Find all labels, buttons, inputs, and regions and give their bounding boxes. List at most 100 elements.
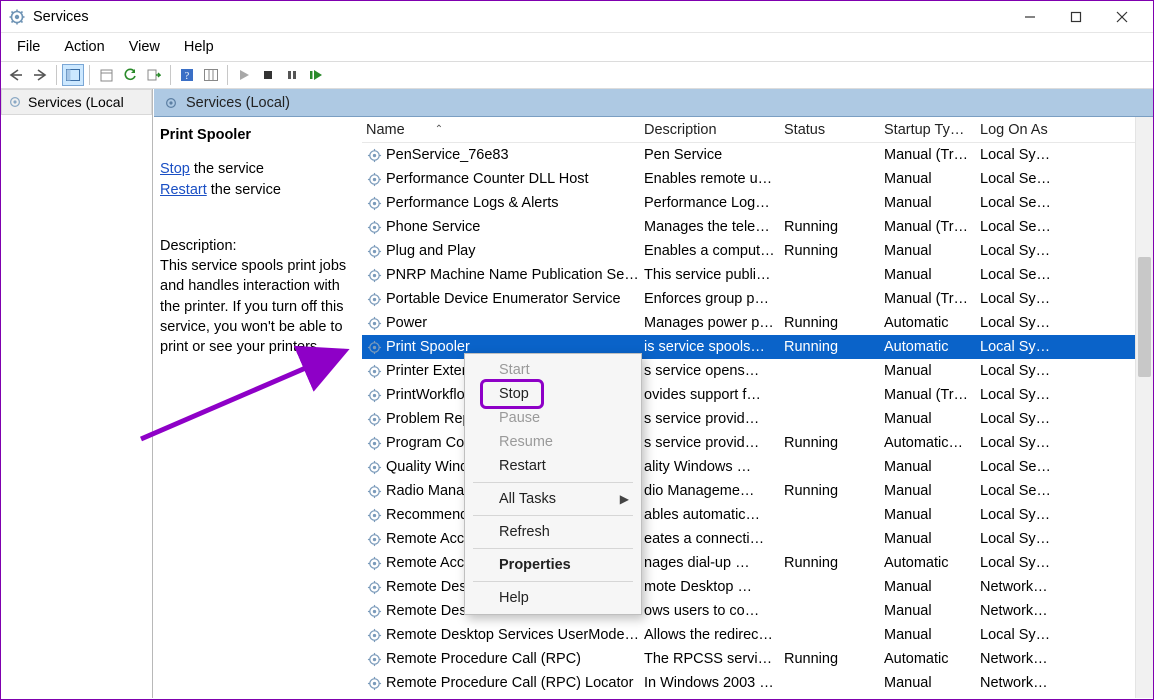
table-row[interactable]: PowerManages power p…RunningAutomaticLoc… <box>362 311 1153 335</box>
service-logon: Local Sy… <box>976 243 1096 259</box>
table-row[interactable]: PenService_76e83Pen ServiceManual (Tr…Lo… <box>362 143 1153 167</box>
minimize-button[interactable] <box>1007 3 1053 31</box>
context-menu-item-all-tasks[interactable]: All Tasks▶ <box>467 487 639 511</box>
scrollbar-thumb[interactable] <box>1138 257 1151 377</box>
service-name: Plug and Play <box>386 243 475 259</box>
toolbar-showhide-tree-button[interactable] <box>62 64 84 86</box>
service-name: Remote Desktop Services UserMode… <box>386 627 639 643</box>
gear-icon <box>366 339 382 355</box>
service-description: Enforces group po… <box>640 291 780 307</box>
context-menu-item-help[interactable]: Help <box>467 586 639 610</box>
gear-icon <box>164 96 178 110</box>
gear-icon <box>366 435 382 451</box>
selected-service-name: Print Spooler <box>160 125 352 145</box>
service-description: ality Windows … <box>640 459 780 475</box>
table-row[interactable]: Performance Logs & AlertsPerformance Log… <box>362 191 1153 215</box>
content: Print Spooler Stop the service Restart t… <box>154 117 1153 698</box>
toolbar-start-button[interactable] <box>233 64 255 86</box>
service-description: Pen Service <box>640 147 780 163</box>
table-row[interactable]: Remote Procedure Call (RPC)The RPCSS ser… <box>362 647 1153 671</box>
table-row[interactable]: Plug and PlayEnables a comput…RunningMan… <box>362 239 1153 263</box>
service-name: Program Com <box>386 435 476 451</box>
context-menu-item-refresh[interactable]: Refresh <box>467 520 639 544</box>
col-description[interactable]: Description <box>640 122 780 138</box>
vertical-scrollbar[interactable] <box>1135 117 1153 698</box>
col-name[interactable]: Name⌃ <box>362 122 640 138</box>
menu-action[interactable]: Action <box>52 35 116 59</box>
toolbar-forward-button[interactable] <box>29 64 51 86</box>
service-startup: Manual <box>880 267 976 283</box>
context-menu-separator <box>473 581 633 582</box>
table-row[interactable]: Phone ServiceManages the tele…RunningMan… <box>362 215 1153 239</box>
service-name: Performance Logs & Alerts <box>386 195 558 211</box>
nav-item-services-local[interactable]: Services (Local <box>1 89 152 115</box>
gear-icon <box>366 243 382 259</box>
service-name: PrintWorkflow <box>386 387 475 403</box>
context-menu-item-stop[interactable]: Stop <box>467 382 639 406</box>
context-menu[interactable]: StartStopPauseResumeRestartAll Tasks▶Ref… <box>464 353 642 615</box>
table-row[interactable]: Remote Desktop Services UserMode…Allows … <box>362 623 1153 647</box>
gear-icon <box>366 531 382 547</box>
service-description: ovides support f… <box>640 387 780 403</box>
table-row[interactable]: PNRP Machine Name Publication Se…This se… <box>362 263 1153 287</box>
column-headers[interactable]: Name⌃ Description Status Startup Ty… Log… <box>362 117 1153 143</box>
toolbar-columns-button[interactable] <box>200 64 222 86</box>
table-row[interactable]: Remote Procedure Call (RPC) LocatorIn Wi… <box>362 671 1153 695</box>
toolbar-sep <box>170 65 171 85</box>
service-startup: Manual <box>880 483 976 499</box>
gear-icon <box>366 459 382 475</box>
table-row[interactable]: Performance Counter DLL HostEnables remo… <box>362 167 1153 191</box>
context-menu-item-restart[interactable]: Restart <box>467 454 639 478</box>
menu-file[interactable]: File <box>5 35 52 59</box>
restart-service-link[interactable]: Restart <box>160 182 207 198</box>
service-logon: Local Sy… <box>976 147 1096 163</box>
service-status: Running <box>780 483 880 499</box>
description-text: This service spools print jobs and handl… <box>160 256 352 357</box>
menu-view[interactable]: View <box>117 35 172 59</box>
service-description: Manages the tele… <box>640 219 780 235</box>
service-logon: Network… <box>976 651 1096 667</box>
gear-icon <box>8 95 22 109</box>
pane-header: Services (Local) <box>154 89 1153 117</box>
col-startup-type[interactable]: Startup Ty… <box>880 122 976 138</box>
context-menu-item-properties[interactable]: Properties <box>467 553 639 577</box>
context-menu-separator <box>473 515 633 516</box>
maximize-button[interactable] <box>1053 3 1099 31</box>
stop-service-link[interactable]: Stop <box>160 161 190 177</box>
gear-icon <box>366 507 382 523</box>
menu-help[interactable]: Help <box>172 35 226 59</box>
service-name: Recommende <box>386 507 476 523</box>
service-name: Performance Counter DLL Host <box>386 171 589 187</box>
table-row[interactable]: Portable Device Enumerator ServiceEnforc… <box>362 287 1153 311</box>
gear-icon <box>366 219 382 235</box>
toolbar-help-button[interactable]: ? <box>176 64 198 86</box>
service-startup: Manual (Tr… <box>880 147 976 163</box>
toolbar-pause-button[interactable] <box>281 64 303 86</box>
toolbar-refresh-button[interactable] <box>119 64 141 86</box>
close-button[interactable] <box>1099 3 1145 31</box>
service-startup: Manual <box>880 507 976 523</box>
svg-text:?: ? <box>185 71 190 82</box>
service-startup: Manual (Tr… <box>880 291 976 307</box>
toolbar-back-button[interactable] <box>5 64 27 86</box>
service-description: is service spools… <box>640 339 780 355</box>
service-logon: Network… <box>976 579 1096 595</box>
col-status[interactable]: Status <box>780 122 880 138</box>
toolbar-restart-button[interactable] <box>305 64 327 86</box>
service-logon: Local Sy… <box>976 411 1096 427</box>
service-name: Remote Procedure Call (RPC) Locator <box>386 675 633 691</box>
menubar: File Action View Help <box>1 33 1153 61</box>
toolbar: ? <box>1 61 1153 89</box>
service-logon: Local Se… <box>976 219 1096 235</box>
service-startup: Manual <box>880 195 976 211</box>
service-description: nages dial-up … <box>640 555 780 571</box>
service-logon: Local Sy… <box>976 339 1096 355</box>
nav-tree[interactable]: Services (Local <box>1 89 153 698</box>
col-log-on-as[interactable]: Log On As <box>976 122 1096 138</box>
toolbar-export-button[interactable] <box>143 64 165 86</box>
service-startup: Automatic… <box>880 435 976 451</box>
toolbar-properties-button[interactable] <box>95 64 117 86</box>
toolbar-stop-button[interactable] <box>257 64 279 86</box>
service-name: Quality Windo <box>386 459 476 475</box>
gear-icon <box>366 387 382 403</box>
